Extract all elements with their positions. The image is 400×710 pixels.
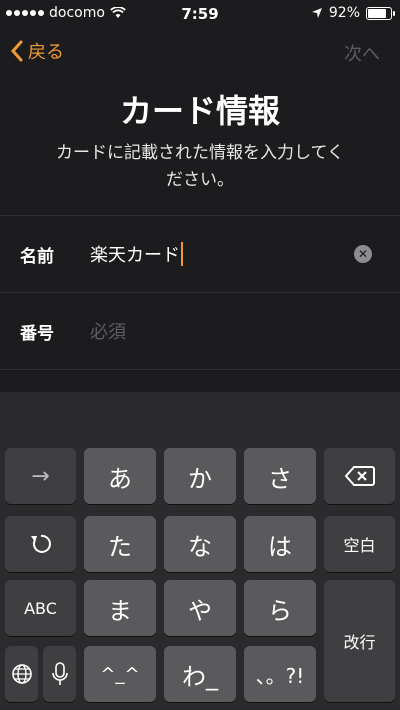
- back-button[interactable]: 戻る: [10, 38, 64, 64]
- name-field-value: 楽天カード: [90, 245, 180, 266]
- key-ha[interactable]: は: [244, 516, 316, 572]
- key-ya[interactable]: や: [164, 580, 236, 636]
- delete-icon: [344, 466, 375, 486]
- return-key[interactable]: 改行: [324, 580, 395, 702]
- key-a[interactable]: あ: [84, 448, 156, 504]
- key-ra[interactable]: ら: [244, 580, 316, 636]
- next-button[interactable]: 次へ: [344, 40, 380, 66]
- battery-percent: 92%: [328, 5, 360, 21]
- number-label: 番号: [20, 323, 54, 344]
- number-field[interactable]: 必須: [90, 318, 126, 344]
- key-wa[interactable]: わ_: [164, 646, 236, 702]
- microphone-key[interactable]: [43, 646, 76, 702]
- microphone-icon: [51, 662, 68, 685]
- back-button-label: 戻る: [28, 42, 64, 63]
- undo-icon: [30, 534, 51, 553]
- globe-icon: [11, 664, 32, 684]
- key-ka[interactable]: か: [164, 448, 236, 504]
- number-row[interactable]: 番号 必須: [0, 293, 400, 370]
- clear-icon[interactable]: ✕: [354, 245, 372, 263]
- text-cursor: [181, 242, 183, 266]
- chevron-left-icon: [10, 40, 23, 62]
- abc-key[interactable]: ABC: [5, 580, 76, 636]
- space-key[interactable]: 空白: [324, 516, 395, 572]
- name-row[interactable]: 名前 楽天カード ✕: [0, 216, 400, 293]
- delete-key[interactable]: [324, 448, 395, 504]
- battery-icon: [366, 6, 395, 20]
- key-ta[interactable]: た: [84, 516, 156, 572]
- status-bar: docomo 7:59 92%: [0, 0, 400, 28]
- punctuation-key[interactable]: 、。?!: [244, 646, 316, 702]
- card-form: 名前 楽天カード ✕ 番号 必須: [0, 215, 400, 370]
- page-description: カードに記載された情報を入力してください。: [56, 143, 344, 190]
- japanese-keyboard: → あ か さ た な は 空白 ABC ま や ら 改行 ^_^ わ_ 、。?…: [0, 392, 400, 710]
- key-na[interactable]: な: [164, 516, 236, 572]
- key-ma[interactable]: ま: [84, 580, 156, 636]
- name-label: 名前: [20, 246, 54, 267]
- key-sa[interactable]: さ: [244, 448, 316, 504]
- location-icon: [311, 8, 322, 18]
- name-field[interactable]: 楽天カード: [90, 241, 183, 267]
- battery-fill: [368, 8, 387, 18]
- emoticon-key[interactable]: ^_^: [84, 646, 156, 702]
- arrow-right-key[interactable]: →: [5, 448, 76, 504]
- globe-key[interactable]: [5, 646, 38, 702]
- undo-key[interactable]: [5, 516, 76, 572]
- navigation-bar: 戻る 次へ: [0, 34, 400, 70]
- page-title: カード情報: [119, 92, 280, 130]
